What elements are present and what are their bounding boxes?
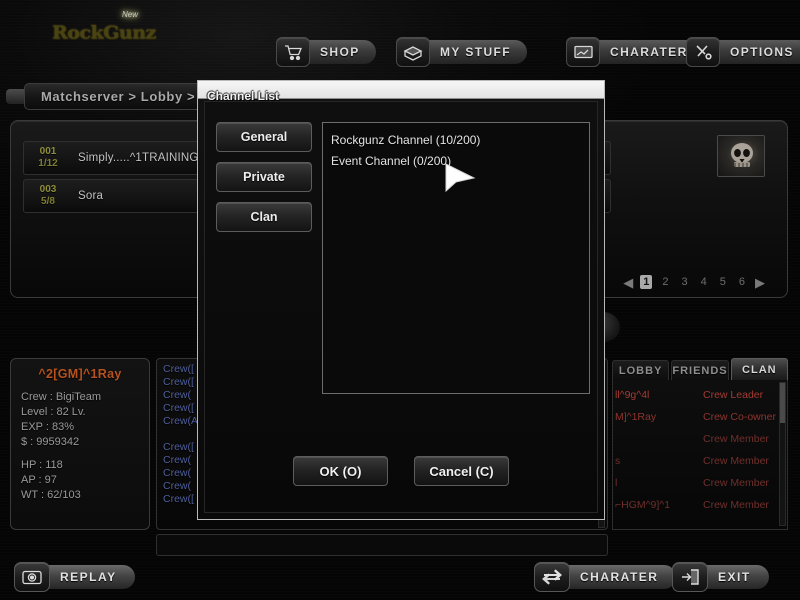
camera-icon: [14, 562, 50, 592]
game-logo: RockGunz: [52, 22, 156, 44]
bottom-button-exit[interactable]: Exit: [672, 562, 769, 592]
chat-input[interactable]: [156, 534, 608, 556]
character-stat-level: Level : 82 Lv.: [21, 406, 86, 418]
tools-icon: [686, 37, 720, 67]
bottom-label-replay: Replay: [42, 565, 135, 589]
character-stat-hp: HP : 118: [21, 459, 63, 471]
box-icon: [396, 37, 430, 67]
nav-button-shop[interactable]: Shop: [276, 36, 376, 68]
list-item[interactable]: s Crew Member: [615, 450, 785, 472]
list-item[interactable]: M]^1Ray Crew Co-owner: [615, 406, 785, 428]
game-lobby-screen: RockGunz New Shop My Stuff: [0, 0, 800, 600]
room-number: 001: [39, 146, 57, 157]
character-stat-wt: WT : 62/103: [21, 489, 81, 501]
skull-icon: [717, 135, 765, 177]
social-tab-bar: Lobby Friends Clan: [612, 358, 788, 380]
logo-new-badge: New: [122, 10, 139, 19]
dialog-tab-general[interactable]: General: [216, 122, 312, 152]
pagination-page-6[interactable]: 6: [736, 275, 748, 289]
character-stat-ap: AP : 97: [21, 474, 57, 486]
nav-label-shop: Shop: [302, 40, 376, 64]
stat-divider: [21, 450, 139, 458]
member-role: Crew Co-owner: [703, 411, 776, 423]
pagination-page-3[interactable]: 3: [679, 275, 691, 289]
bottom-label-exit: Exit: [700, 565, 769, 589]
room-name: Sora: [78, 190, 104, 202]
list-item[interactable]: l Crew Member: [615, 472, 785, 494]
member-role: Crew Member: [703, 499, 769, 511]
room-number-slots: 001 1/12: [24, 146, 72, 170]
bottom-button-replay[interactable]: Replay: [14, 562, 135, 592]
dialog-tab-private[interactable]: Private: [216, 162, 312, 192]
social-panel: Lobby Friends Clan ll^9g^4l Crew Leader …: [612, 358, 788, 530]
character-stat-money: $ : 9959342: [21, 436, 80, 448]
room-slots: 5/8: [41, 196, 55, 207]
nav-label-my-stuff: My Stuff: [422, 40, 527, 64]
list-item[interactable]: ⌐HGM^9]^1 Crew Member: [615, 494, 785, 516]
clan-member-list: ll^9g^4l Crew Leader M]^1Ray Crew Co-own…: [612, 380, 788, 530]
character-stat-exp: EXP : 83%: [21, 421, 74, 433]
dialog-title: Channel List: [207, 89, 280, 103]
pagination-page-5[interactable]: 5: [717, 275, 729, 289]
tab-friends[interactable]: Friends: [671, 360, 729, 380]
tab-clan[interactable]: Clan: [730, 358, 788, 380]
member-name: M]^1Ray: [615, 411, 657, 423]
member-role: Crew Leader: [703, 389, 764, 401]
nav-button-options[interactable]: Options: [686, 36, 800, 68]
member-role: Crew Member: [703, 455, 769, 467]
breadcrumb: Matchserver > Lobby >: [24, 83, 211, 110]
pagination-page-4[interactable]: 4: [698, 275, 710, 289]
nav-button-my-stuff[interactable]: My Stuff: [396, 36, 527, 68]
nav-button-character[interactable]: Charater: [566, 36, 704, 68]
cancel-button[interactable]: Cancel (C): [414, 456, 509, 486]
breadcrumb-nub: [6, 89, 26, 104]
bottom-navigation-bar: Replay Charater Exit: [0, 556, 800, 600]
member-name: ll^9g^4l: [615, 389, 650, 401]
channel-list-dialog: Channel List General Private Clan Rockgu…: [197, 80, 605, 520]
pagination-page-2[interactable]: 2: [659, 275, 671, 289]
tab-lobby[interactable]: Lobby: [612, 360, 670, 380]
character-stat-crew: Crew : BigiTeam: [21, 391, 102, 403]
member-name: s: [615, 455, 621, 467]
member-name: l: [615, 477, 618, 489]
room-number: 003: [39, 184, 57, 195]
dialog-body: General Private Clan Rockgunz Channel (1…: [204, 101, 598, 513]
clan-list-scrollbar-thumb[interactable]: [780, 383, 785, 423]
dialog-tab-clan[interactable]: Clan: [216, 202, 312, 232]
member-role: Crew Member: [703, 477, 769, 489]
room-number-slots: 003 5/8: [24, 184, 72, 208]
swap-arrows-icon: [534, 562, 570, 592]
member-name: ⌐HGM^9]^1: [615, 499, 671, 511]
room-pagination[interactable]: ◀ 1 2 3 4 5 6 ▶: [623, 275, 765, 289]
bottom-button-character[interactable]: Charater: [534, 562, 677, 592]
pagination-prev-icon[interactable]: ◀: [623, 276, 633, 289]
character-name: ^2[GM]^1Ray: [38, 367, 122, 381]
dialog-button-row: OK (O) Cancel (C): [205, 456, 597, 486]
list-item[interactable]: Crew Member: [615, 428, 785, 450]
top-navigation-bar: RockGunz New Shop My Stuff: [0, 0, 800, 78]
bottom-label-character: Charater: [562, 565, 677, 589]
channel-list-item[interactable]: Rockgunz Channel (10/200): [329, 130, 583, 151]
nav-label-options: Options: [712, 40, 800, 64]
list-item[interactable]: ll^9g^4l Crew Leader: [615, 384, 785, 406]
dialog-tab-column: General Private Clan: [216, 122, 312, 242]
room-slots: 1/12: [38, 158, 58, 169]
pagination-page-1[interactable]: 1: [640, 275, 653, 289]
room-name: Simply.....^1TRAINING no: [78, 152, 216, 164]
clan-list-scrollbar[interactable]: [779, 382, 786, 526]
character-info-panel: ^2[GM]^1Ray Crew : BigiTeam Level : 82 L…: [10, 358, 150, 530]
pagination-next-icon[interactable]: ▶: [755, 276, 765, 289]
mouse-cursor-icon: [444, 163, 478, 198]
member-role: Crew Member: [703, 433, 769, 445]
shopping-cart-icon: [276, 37, 310, 67]
exit-door-icon: [672, 562, 708, 592]
ok-button[interactable]: OK (O): [293, 456, 388, 486]
monitor-icon: [566, 37, 600, 67]
